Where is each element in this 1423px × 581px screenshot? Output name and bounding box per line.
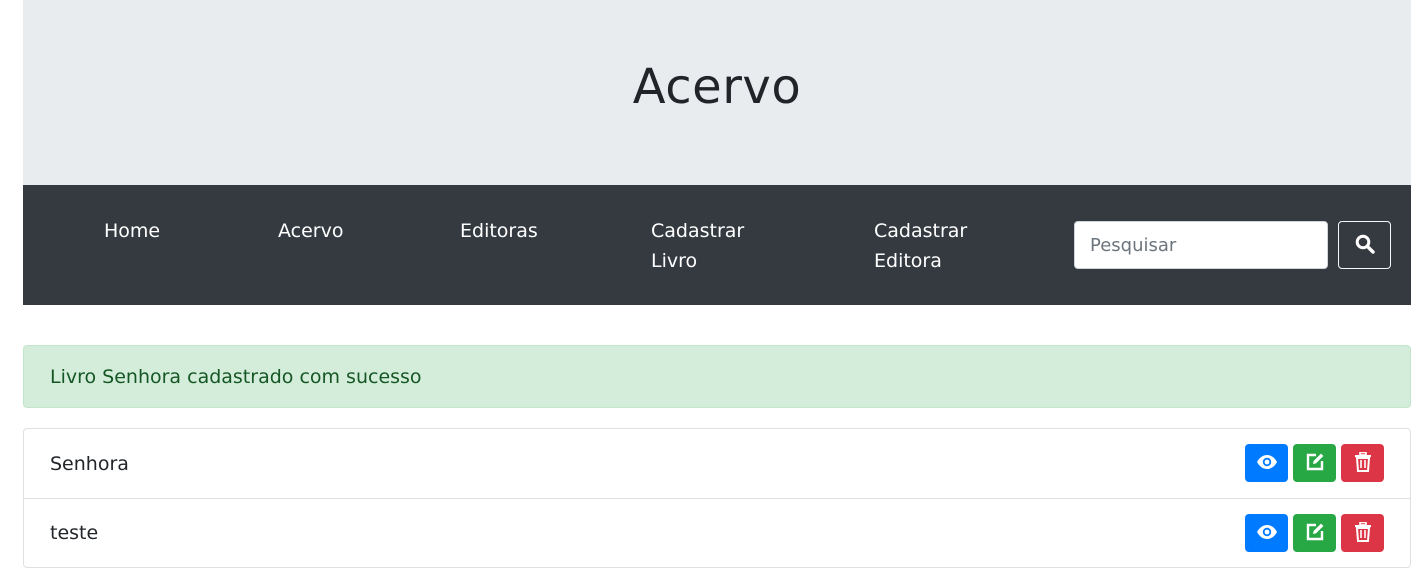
alert-message: Livro Senhora cadastrado com sucesso [50,365,422,388]
nav-item-home[interactable]: Home [104,216,160,246]
search-input[interactable] [1074,221,1328,269]
nav-item-cadastrar-livro[interactable]: Cadastrar Livro [651,216,744,276]
view-button[interactable] [1245,514,1288,552]
search-button[interactable] [1338,221,1391,269]
view-button[interactable] [1245,444,1288,482]
nav-item-label-line2: Editora [874,250,942,272]
edit-icon [1305,452,1325,475]
success-alert: Livro Senhora cadastrado com sucesso [23,345,1411,408]
delete-button[interactable] [1341,514,1384,552]
search-icon [1355,234,1375,257]
trash-icon [1354,521,1372,545]
list-item: Senhora [24,429,1410,498]
eye-icon [1256,454,1278,473]
nav-item-cadastrar-editora[interactable]: Cadastrar Editora [874,216,967,276]
book-title: Senhora [50,452,129,475]
delete-button[interactable] [1341,444,1384,482]
navbar: Home Acervo Editoras Cadastrar Livro Cad… [23,185,1411,305]
nav-item-acervo[interactable]: Acervo [278,216,343,246]
nav-item-label: Editoras [460,220,538,242]
book-title: teste [50,522,99,544]
edit-icon [1305,522,1325,545]
book-list: Senhora teste [23,428,1411,568]
nav-item-label-line2: Livro [651,250,698,272]
page-title: Acervo [632,58,802,115]
nav-item-label-line1: Cadastrar [874,220,968,242]
row-actions [1245,514,1384,552]
trash-icon [1354,451,1372,475]
edit-button[interactable] [1293,514,1336,552]
page-header: Acervo [23,0,1411,185]
nav-item-label: Acervo [278,220,344,242]
nav-item-editoras[interactable]: Editoras [460,216,538,246]
list-item: teste [24,498,1410,567]
nav-item-label: Home [104,220,161,242]
edit-button[interactable] [1293,444,1336,482]
eye-icon [1256,524,1278,543]
nav-item-label-line1: Cadastrar [651,220,745,242]
row-actions [1245,444,1384,482]
